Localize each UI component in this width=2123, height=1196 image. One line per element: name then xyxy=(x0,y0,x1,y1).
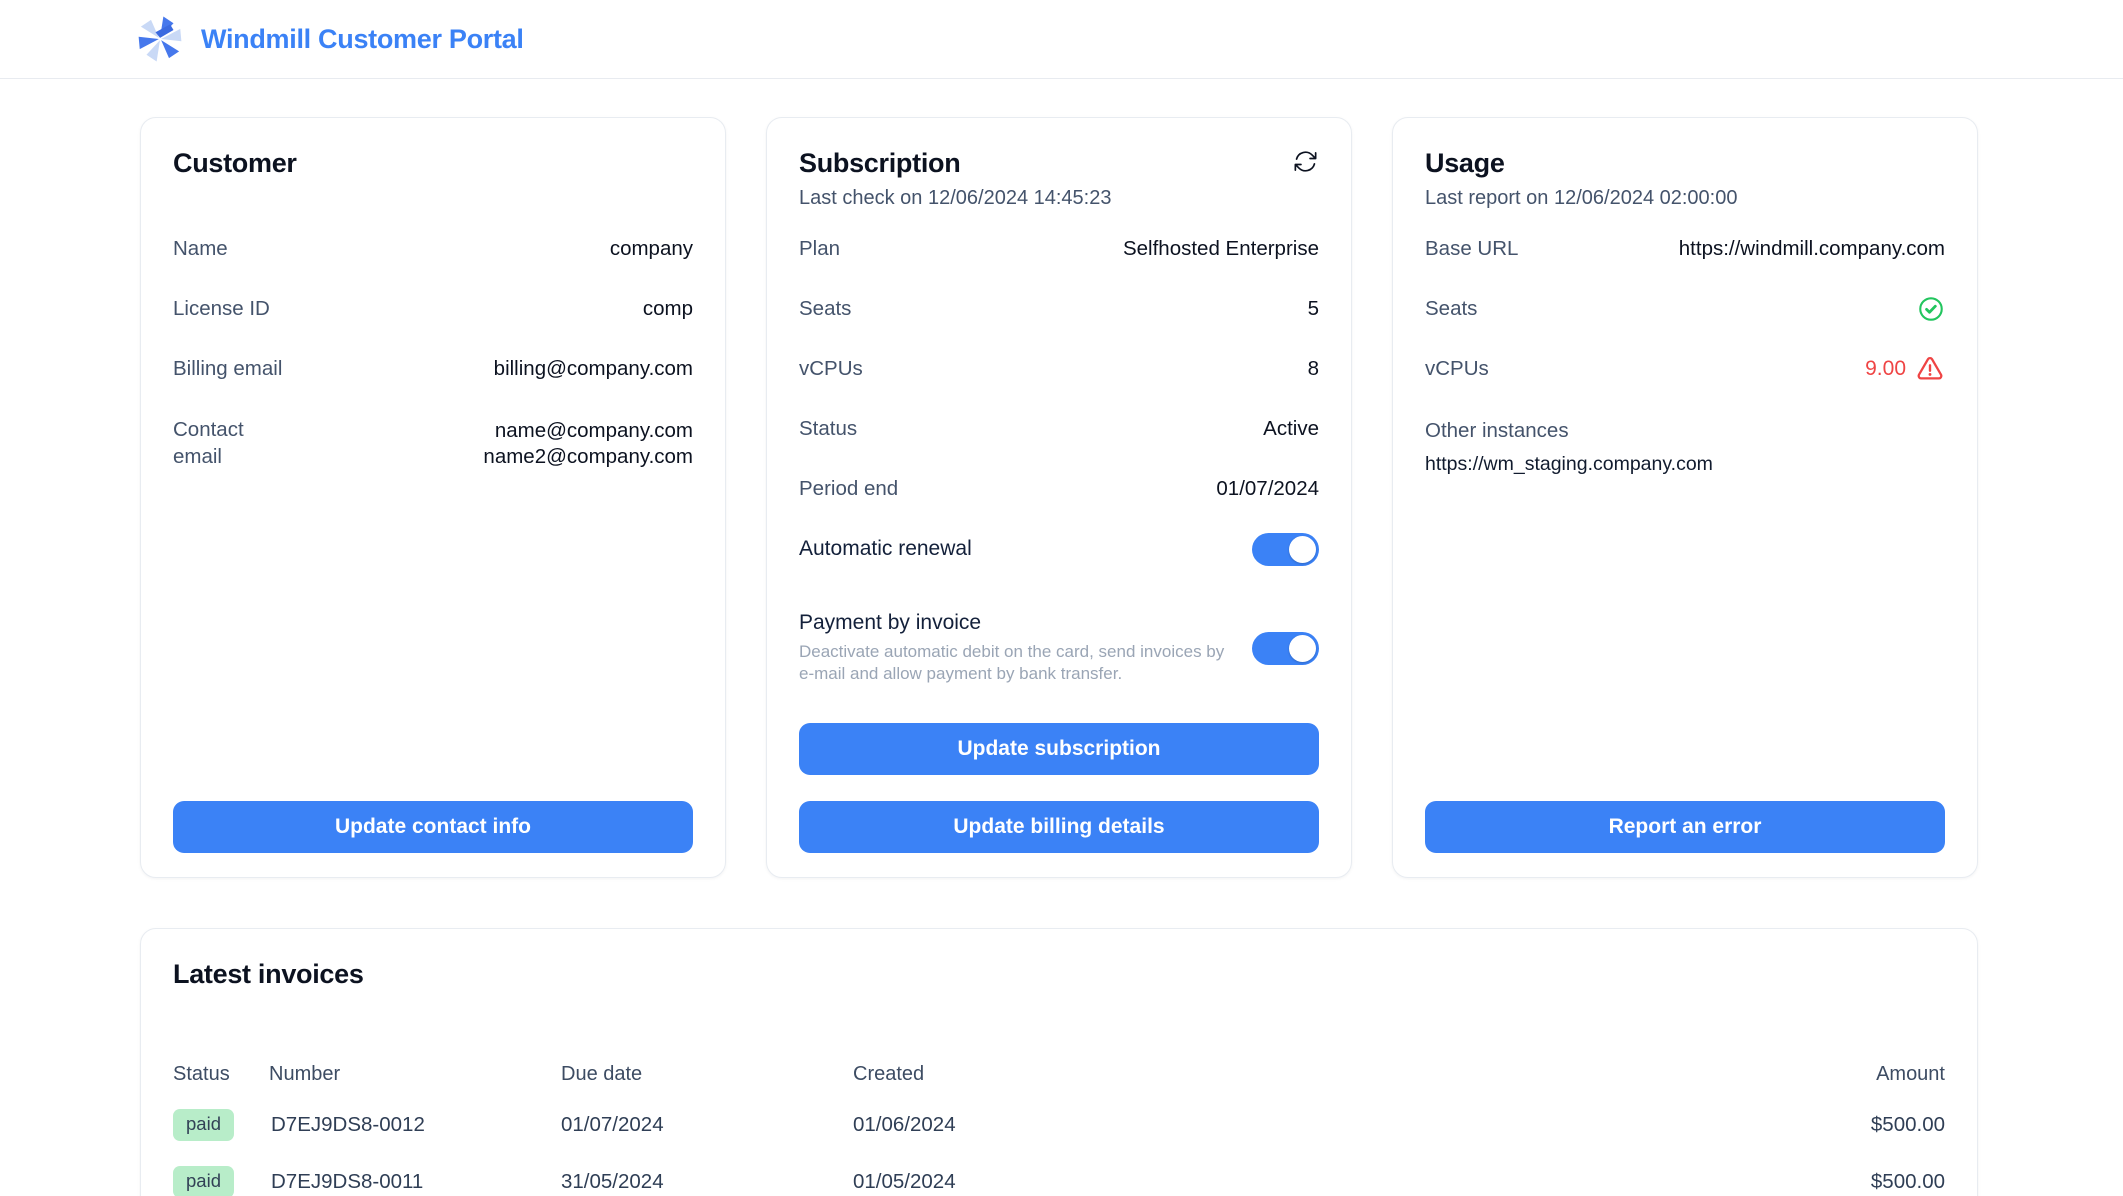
invoice-created: 01/05/2024 xyxy=(853,1170,1755,1194)
usage-seats-row: Seats xyxy=(1425,279,1945,339)
automatic-renewal-label: Automatic renewal xyxy=(799,537,972,561)
contact-email-value-1: name@company.com xyxy=(483,418,693,444)
invoice-amount: $500.00 xyxy=(1755,1113,1945,1137)
vcpus-label: vCPUs xyxy=(799,356,863,383)
other-instance-url: https://wm_staging.company.com xyxy=(1425,453,1713,476)
status-label: Status xyxy=(799,416,857,443)
windmill-logo-icon xyxy=(133,12,187,66)
usage-vcpus-row: vCPUs 9.00 xyxy=(1425,339,1945,399)
payment-by-invoice-description: Deactivate automatic debit on the card, … xyxy=(799,641,1239,686)
usage-card-title: Usage xyxy=(1425,148,1945,179)
check-circle-icon xyxy=(1917,295,1945,323)
column-number: Number xyxy=(269,1063,561,1086)
payment-by-invoice-row: Payment by invoice Deactivate automatic … xyxy=(799,593,1319,703)
other-instances-label: Other instances xyxy=(1425,418,1569,445)
period-end-label: Period end xyxy=(799,476,898,503)
column-created: Created xyxy=(853,1063,1755,1086)
update-subscription-button[interactable]: Update subscription xyxy=(799,723,1319,775)
base-url-label: Base URL xyxy=(1425,236,1518,263)
invoice-number: D7EJ9DS8-0012 xyxy=(269,1113,561,1137)
usage-vcpus-value: 9.00 xyxy=(1865,357,1906,381)
status-value: Active xyxy=(1263,416,1319,442)
latest-invoices-title: Latest invoices xyxy=(173,959,1945,990)
plan-row: Plan Selfhosted Enterprise xyxy=(799,219,1319,279)
last-check-text: Last check on 12/06/2024 14:45:23 xyxy=(799,187,1319,210)
column-status: Status xyxy=(173,1063,269,1086)
plan-value: Selfhosted Enterprise xyxy=(1123,236,1319,262)
update-contact-info-button[interactable]: Update contact info xyxy=(173,801,693,853)
period-end-row: Period end 01/07/2024 xyxy=(799,459,1319,519)
name-label: Name xyxy=(173,236,228,263)
customer-card: Customer Name company License ID comp Bi… xyxy=(140,117,726,878)
billing-email-value: billing@company.com xyxy=(494,356,693,382)
billing-email-row: Billing email billing@company.com xyxy=(173,339,693,399)
contact-email-row: Contact email name@company.com name2@com… xyxy=(173,399,693,489)
payment-by-invoice-label: Payment by invoice xyxy=(799,611,1239,635)
last-report-text: Last report on 12/06/2024 02:00:00 xyxy=(1425,187,1945,210)
report-an-error-button[interactable]: Report an error xyxy=(1425,801,1945,853)
invoices-table-header: Status Number Due date Created Amount xyxy=(173,1052,1945,1096)
invoice-due-date: 31/05/2024 xyxy=(561,1170,853,1194)
warning-triangle-icon xyxy=(1915,354,1945,384)
vcpus-value: 8 xyxy=(1308,356,1319,382)
invoices-table: Status Number Due date Created Amount pa… xyxy=(173,1052,1945,1196)
contact-email-label: Contact email xyxy=(173,417,283,470)
base-url-value: https://windmill.company.com xyxy=(1679,236,1945,262)
invoice-row: paid D7EJ9DS8-0011 31/05/2024 01/05/2024… xyxy=(173,1153,1945,1196)
column-amount: Amount xyxy=(1755,1063,1945,1086)
invoice-amount: $500.00 xyxy=(1755,1170,1945,1194)
other-instances-row: Other instances https://wm_staging.compa… xyxy=(1425,399,1945,495)
usage-seats-label: Seats xyxy=(1425,296,1477,323)
main-content: Customer Name company License ID comp Bi… xyxy=(140,117,1978,1196)
customer-name-row: Name company xyxy=(173,219,693,279)
column-due-date: Due date xyxy=(561,1063,853,1086)
refresh-icon[interactable] xyxy=(1292,148,1319,175)
usage-vcpus-label: vCPUs xyxy=(1425,356,1489,383)
automatic-renewal-row: Automatic renewal xyxy=(799,519,1319,579)
invoice-due-date: 01/07/2024 xyxy=(561,1113,853,1137)
automatic-renewal-toggle[interactable] xyxy=(1252,533,1319,566)
license-id-value: comp xyxy=(643,296,693,322)
billing-email-label: Billing email xyxy=(173,356,282,383)
seats-value: 5 xyxy=(1308,296,1319,322)
subscription-card: Subscription Last check on 12/06/2024 14… xyxy=(766,117,1352,878)
license-id-row: License ID comp xyxy=(173,279,693,339)
payment-by-invoice-toggle[interactable] xyxy=(1252,632,1319,665)
license-id-label: License ID xyxy=(173,296,270,323)
name-value: company xyxy=(610,236,693,262)
update-billing-details-button[interactable]: Update billing details xyxy=(799,801,1319,853)
customer-card-title: Customer xyxy=(173,148,693,179)
seats-row: Seats 5 xyxy=(799,279,1319,339)
invoice-row: paid D7EJ9DS8-0012 01/07/2024 01/06/2024… xyxy=(173,1096,1945,1153)
latest-invoices-card: Latest invoices Status Number Due date C… xyxy=(140,928,1978,1196)
page-title: Windmill Customer Portal xyxy=(201,24,524,55)
status-badge: paid xyxy=(173,1109,234,1141)
invoice-number: D7EJ9DS8-0011 xyxy=(269,1170,561,1194)
seats-label: Seats xyxy=(799,296,851,323)
contact-email-value-2: name2@company.com xyxy=(483,444,693,470)
status-badge: paid xyxy=(173,1166,234,1196)
vcpus-row: vCPUs 8 xyxy=(799,339,1319,399)
period-end-value: 01/07/2024 xyxy=(1216,476,1319,502)
status-row: Status Active xyxy=(799,399,1319,459)
base-url-row: Base URL https://windmill.company.com xyxy=(1425,219,1945,279)
usage-card: Usage Last report on 12/06/2024 02:00:00… xyxy=(1392,117,1978,878)
invoice-created: 01/06/2024 xyxy=(853,1113,1755,1137)
plan-label: Plan xyxy=(799,236,840,263)
top-bar: Windmill Customer Portal xyxy=(0,0,2123,79)
subscription-card-title: Subscription xyxy=(799,148,960,179)
